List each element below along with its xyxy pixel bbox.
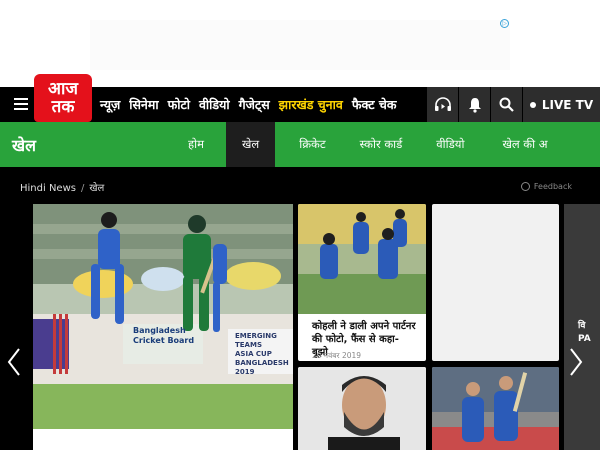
story-card-portrait[interactable] bbox=[298, 367, 426, 450]
tab-home[interactable]: होम bbox=[166, 122, 226, 167]
tab-more-sports[interactable]: खेल की अ bbox=[494, 122, 555, 167]
nav-link-gadgets[interactable]: गैजेट्स bbox=[239, 96, 270, 113]
breadcrumb: Hindi News / खेल bbox=[20, 180, 104, 194]
tab-scorecard[interactable]: स्कोर कार्ड bbox=[348, 122, 425, 167]
story-card-placeholder[interactable] bbox=[432, 204, 559, 361]
ad-slot[interactable] bbox=[90, 20, 510, 70]
carousel-prev-arrow-icon[interactable] bbox=[6, 347, 22, 377]
hero-banner-text: EMERGING TEAMS ASIA CUP BANGLADESH 2019 bbox=[235, 332, 293, 377]
section-title: खेल bbox=[12, 136, 36, 155]
tab-video[interactable]: वीडियो bbox=[424, 122, 494, 167]
hamburger-menu-icon[interactable] bbox=[14, 98, 28, 110]
feedback-button[interactable]: Feedback bbox=[520, 182, 572, 191]
hero-story[interactable]: EMERGING TEAMS ASIA CUP BANGLADESH 2019 … bbox=[33, 204, 293, 450]
logo-line2: तक bbox=[51, 97, 75, 117]
story-card-peek[interactable]: वि PA bbox=[564, 204, 600, 450]
top-navigation: आज तक न्यूज़ सिनेमा फोटो वीडियो गैजेट्स … bbox=[0, 74, 600, 122]
nav-link-jharkhand-election[interactable]: झारखंड चुनाव bbox=[279, 96, 343, 113]
hero-banner-line2: ASIA CUP bbox=[235, 350, 272, 358]
aajtak-logo[interactable]: आज तक bbox=[34, 74, 92, 122]
podcast-button[interactable] bbox=[426, 87, 458, 122]
hero-board-line1: Bangladesh bbox=[133, 326, 186, 335]
story-card-celebration[interactable] bbox=[432, 367, 559, 450]
hero-banner-line3: BANGLADESH 2019 bbox=[235, 359, 289, 376]
section-subnav: होम खेल क्रिकेट स्कोर कार्ड वीडियो खेल क… bbox=[166, 122, 556, 167]
hero-board-text: Bangladesh Cricket Board bbox=[133, 326, 194, 346]
card-cricket-photo bbox=[298, 204, 426, 314]
card-date: 20 नवंबर 2019 bbox=[312, 351, 362, 360]
main-content: Hindi News / खेल Feedback EMERGING TEAMS… bbox=[0, 167, 600, 450]
hero-board-line2: Cricket Board bbox=[133, 336, 195, 345]
tab-khel[interactable]: खेल bbox=[226, 122, 276, 167]
live-tv-label: LIVE TV bbox=[541, 97, 594, 112]
nav-actions: LIVE TV bbox=[426, 87, 600, 122]
bell-icon bbox=[468, 97, 481, 113]
logo-line1: आज bbox=[48, 79, 78, 99]
live-dot-icon bbox=[529, 101, 536, 108]
card-celebration-photo bbox=[432, 367, 559, 450]
hero-caption-box bbox=[33, 429, 293, 450]
section-bar: खेल होम खेल क्रिकेट स्कोर कार्ड वीडियो ख… bbox=[0, 122, 600, 167]
search-icon bbox=[499, 97, 514, 112]
feedback-icon bbox=[520, 182, 530, 191]
breadcrumb-current: खेल bbox=[89, 183, 105, 194]
adchoices-icon[interactable]: ▷ bbox=[500, 19, 509, 28]
nav-link-photo[interactable]: फोटो bbox=[168, 96, 190, 113]
nav-link-news[interactable]: न्यूज़ bbox=[100, 96, 120, 113]
tab-cricket[interactable]: क्रिकेट bbox=[275, 122, 347, 167]
nav-links: न्यूज़ सिनेमा फोटो वीडियो गैजेट्स झारखंड… bbox=[100, 87, 405, 122]
nav-link-fact-check[interactable]: फैक्ट चेक bbox=[352, 96, 397, 113]
nav-link-video[interactable]: वीडियो bbox=[199, 96, 230, 113]
notification-button[interactable] bbox=[458, 87, 490, 122]
hero-cricket-photo bbox=[33, 204, 293, 429]
nav-link-cinema[interactable]: सिनेमा bbox=[129, 96, 158, 113]
breadcrumb-home[interactable]: Hindi News bbox=[20, 183, 76, 194]
card-portrait-photo bbox=[298, 367, 426, 450]
headphones-icon bbox=[434, 96, 451, 111]
ad-banner: ▷ bbox=[0, 0, 600, 87]
feedback-label: Feedback bbox=[533, 182, 572, 191]
peek-headline: वि PA bbox=[578, 321, 591, 344]
story-card-kohli[interactable]: कोहली ने डाली अपने पार्टनर की फोटो, फैंस… bbox=[298, 204, 426, 361]
carousel-next-arrow-icon[interactable] bbox=[568, 347, 584, 377]
hero-banner-line1: EMERGING TEAMS bbox=[235, 332, 277, 349]
search-button[interactable] bbox=[490, 87, 522, 122]
live-tv-button[interactable]: LIVE TV bbox=[522, 87, 600, 122]
breadcrumb-separator: / bbox=[80, 183, 85, 194]
